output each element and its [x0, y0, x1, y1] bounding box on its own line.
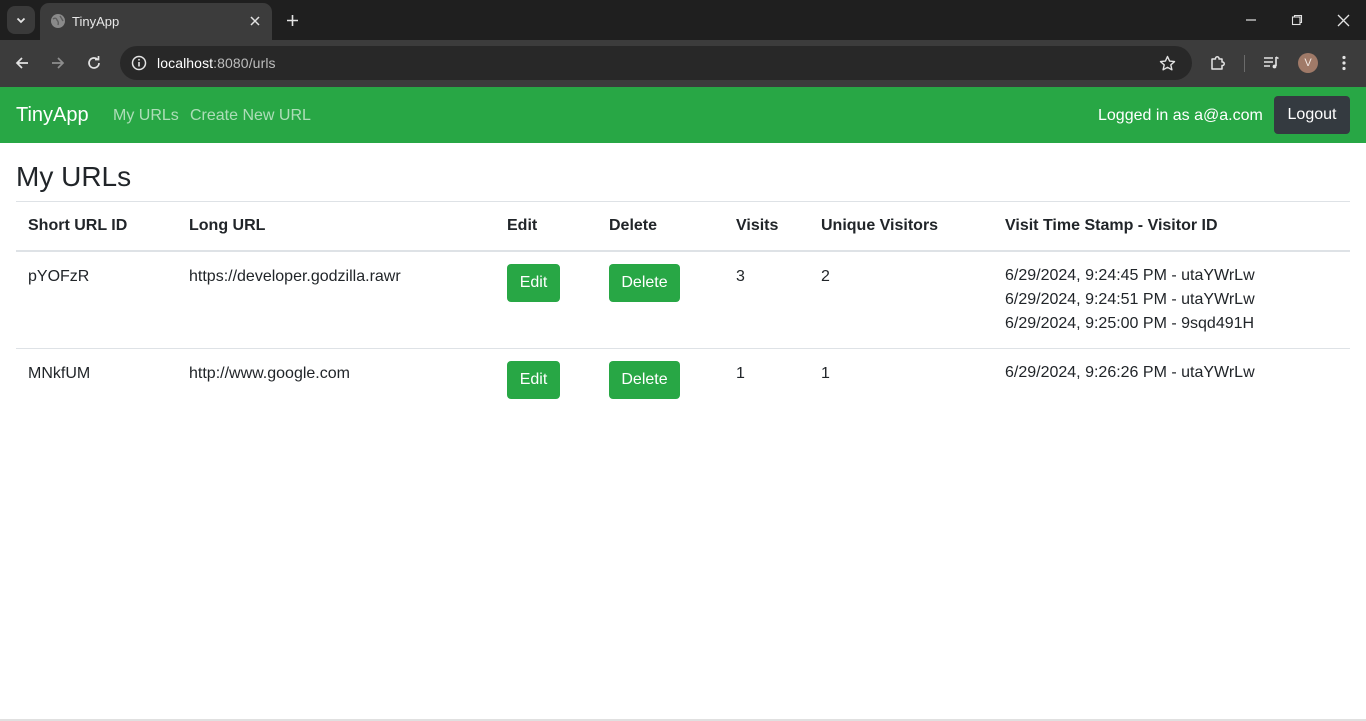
long-url: https://developer.godzilla.rawr: [189, 268, 401, 285]
unique-visitors-count: 2: [821, 268, 830, 285]
minimize-icon: [1246, 19, 1256, 21]
minimize-button[interactable]: [1239, 8, 1263, 32]
reload-button[interactable]: [81, 50, 107, 76]
nav-link-my-urls[interactable]: My URLs: [113, 107, 179, 125]
browser-menu-button[interactable]: [1332, 51, 1356, 75]
star-icon: [1159, 55, 1175, 70]
column-header-visit-timestamps: Visit Time Stamp - Visitor ID: [1005, 217, 1218, 234]
url-host: localhost: [157, 55, 214, 71]
browser-toolbar: localhost:8080/urls V: [0, 40, 1366, 87]
delete-button[interactable]: Delete: [609, 361, 680, 399]
globe-icon: [51, 14, 65, 28]
close-icon: [250, 16, 260, 26]
extensions-button[interactable]: [1206, 51, 1230, 75]
table-header-border: [16, 250, 1350, 252]
logged-in-status: Logged in as a@a.com: [1098, 107, 1263, 124]
kebab-menu-icon: [1342, 55, 1346, 71]
back-button[interactable]: [9, 50, 35, 76]
reload-icon: [88, 56, 100, 69]
visit-timestamp: 6/29/2024, 9:25:00 PM - 9sqd491H: [1005, 315, 1255, 332]
row-divider: [16, 348, 1350, 349]
column-header-long-url: Long URL: [189, 217, 266, 234]
puzzle-icon: [1211, 56, 1225, 70]
new-tab-button[interactable]: [281, 9, 303, 31]
bookmark-button[interactable]: [1156, 52, 1178, 74]
media-control-icon: [1264, 56, 1279, 69]
tab-search-button[interactable]: [7, 6, 35, 34]
edit-button[interactable]: Edit: [507, 264, 560, 302]
arrow-right-icon: [52, 57, 65, 69]
visit-timestamps: 6/29/2024, 9:24:45 PM - utaYWrLw 6/29/20…: [1005, 264, 1255, 336]
nav-link-create-new-url[interactable]: Create New URL: [190, 107, 311, 125]
forward-button[interactable]: [45, 50, 71, 76]
browser-tab-strip: TinyApp: [0, 0, 1366, 40]
plus-icon: [286, 14, 298, 26]
page-title: My URLs: [16, 161, 132, 192]
long-url: http://www.google.com: [189, 365, 350, 382]
short-url-id: pYOFzR: [28, 268, 90, 285]
column-header-delete: Delete: [609, 217, 658, 234]
url-path: :8080/urls: [213, 55, 276, 71]
visit-timestamp: 6/29/2024, 9:26:26 PM - utaYWrLw: [1005, 364, 1255, 381]
arrow-left-icon: [15, 57, 28, 69]
close-icon: [1337, 14, 1349, 26]
navbar-brand[interactable]: TinyApp: [16, 104, 89, 127]
visit-timestamp: 6/29/2024, 9:24:45 PM - utaYWrLw: [1005, 267, 1255, 284]
restore-icon: [1291, 14, 1303, 26]
info-icon: [131, 55, 147, 71]
visit-timestamps: 6/29/2024, 9:26:26 PM - utaYWrLw: [1005, 361, 1255, 385]
media-control-button[interactable]: [1259, 51, 1283, 75]
visits-count: 3: [736, 268, 745, 285]
profile-avatar[interactable]: V: [1298, 53, 1318, 73]
table-top-border: [16, 201, 1350, 202]
address-bar[interactable]: localhost:8080/urls: [120, 46, 1192, 80]
logout-button[interactable]: Logout: [1274, 96, 1350, 134]
unique-visitors-count: 1: [821, 365, 830, 382]
close-window-button[interactable]: [1331, 8, 1355, 32]
visits-count: 1: [736, 365, 745, 382]
site-info-button[interactable]: [127, 51, 151, 75]
column-header-edit: Edit: [507, 217, 538, 234]
edit-button[interactable]: Edit: [507, 361, 560, 399]
restore-button[interactable]: [1285, 8, 1309, 32]
column-header-visits: Visits: [736, 217, 779, 234]
chevron-down-icon: [16, 17, 26, 24]
visit-timestamp: 6/29/2024, 9:24:51 PM - utaYWrLw: [1005, 291, 1255, 308]
app-navbar: TinyApp My URLs Create New URL Logged in…: [0, 87, 1366, 143]
tab-title: TinyApp: [72, 14, 120, 29]
column-header-unique-visitors: Unique Visitors: [821, 217, 939, 234]
browser-tab[interactable]: TinyApp: [40, 3, 272, 40]
tab-close-button[interactable]: [246, 12, 264, 30]
toolbar-divider: [1244, 55, 1245, 72]
short-url-id: MNkfUM: [28, 365, 91, 382]
delete-button[interactable]: Delete: [609, 264, 680, 302]
url-text[interactable]: localhost:8080/urls: [157, 55, 276, 71]
column-header-short-url-id: Short URL ID: [28, 217, 128, 234]
